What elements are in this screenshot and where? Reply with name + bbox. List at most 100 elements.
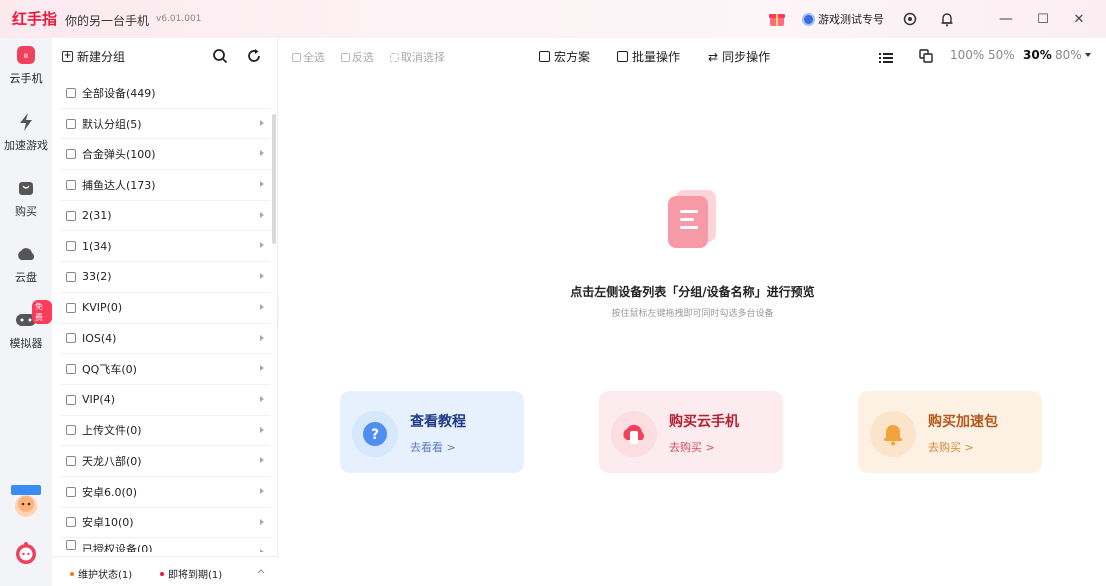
chevron-up-icon[interactable]	[257, 566, 265, 574]
group-row[interactable]: KVIP(0)	[60, 293, 270, 324]
chevron-right-icon[interactable]	[260, 487, 264, 494]
group-checkbox[interactable]	[66, 271, 76, 282]
zoom-30[interactable]: 30%	[1023, 48, 1052, 62]
chevron-right-icon[interactable]	[260, 181, 264, 188]
group-row[interactable]: 天龙八部(0)	[60, 446, 270, 477]
gift-icon[interactable]	[767, 9, 787, 29]
sync-button[interactable]: ⇄ 同步操作	[708, 48, 770, 65]
group-row[interactable]: IOS(4)	[60, 324, 270, 355]
buy-cloud-phone-title: 购买云手机	[669, 414, 739, 430]
list-view-icon[interactable]	[879, 49, 893, 63]
group-row[interactable]: VIP(4)	[60, 385, 270, 416]
nav-purchase[interactable]: 购买	[0, 177, 52, 219]
buy-boost-pack-title: 购买加速包	[928, 414, 998, 430]
group-checkbox[interactable]	[66, 241, 76, 252]
expiring-status[interactable]: 即将到期(1)	[160, 566, 222, 581]
game-test-account[interactable]: 游戏测试专号	[802, 11, 884, 27]
group-row[interactable]: 33(2)	[60, 262, 270, 293]
group-row[interactable]: 1(34)	[60, 231, 270, 263]
group-checkbox[interactable]	[66, 118, 76, 129]
group-checkbox[interactable]	[66, 486, 76, 497]
macro-icon	[539, 51, 550, 62]
group-row[interactable]: 安卓10(0)	[60, 508, 270, 539]
group-row[interactable]: 2(31)	[60, 201, 270, 232]
group-checkbox[interactable]	[66, 179, 76, 190]
group-row[interactable]: 已授权设备(0)	[60, 538, 270, 553]
nav-cloud-disk-label: 云盘	[15, 271, 37, 284]
select-all-checkbox[interactable]: 全选	[292, 49, 325, 65]
zoom-50[interactable]: 50%	[988, 48, 1015, 62]
buy-cloud-phone-link[interactable]: 去购买 >	[669, 439, 715, 455]
zoom-dropdown-icon[interactable]	[1085, 53, 1091, 57]
group-checkbox[interactable]	[66, 210, 76, 221]
group-checkbox[interactable]	[66, 149, 76, 160]
copy-layout-icon[interactable]	[919, 48, 933, 63]
customer-service-icon[interactable]	[14, 541, 38, 565]
chevron-right-icon[interactable]	[260, 549, 264, 553]
chevron-right-icon[interactable]	[260, 211, 264, 218]
refresh-icon[interactable]	[246, 48, 262, 64]
group-checkbox[interactable]	[66, 517, 76, 528]
notification-bell-icon[interactable]	[937, 9, 957, 29]
group-row[interactable]: QQ飞车(0)	[60, 354, 270, 385]
chevron-right-icon[interactable]	[260, 457, 264, 464]
group-checkbox[interactable]	[66, 456, 76, 467]
chevron-right-icon[interactable]	[260, 426, 264, 433]
deselect-icon	[390, 52, 399, 62]
group-label: 上传文件(0)	[82, 424, 142, 438]
cancel-select-button[interactable]: 取消选择	[390, 49, 445, 65]
tutorial-card-link[interactable]: 去看看 >	[410, 439, 456, 455]
group-checkbox[interactable]	[66, 87, 76, 98]
group-row[interactable]: 合金弹头(100)	[60, 139, 270, 171]
zoom-100[interactable]: 100%	[950, 48, 984, 62]
sync-icon: ⇄	[708, 49, 719, 64]
nav-cloud-disk[interactable]: 云盘	[0, 243, 52, 285]
group-row[interactable]: 上传文件(0)	[60, 416, 270, 447]
maintenance-status[interactable]: 维护状态(1)	[70, 566, 132, 581]
group-row[interactable]: 默认分组(5)	[60, 109, 270, 140]
group-checkbox[interactable]	[66, 394, 76, 405]
batch-button[interactable]: 批量操作	[617, 48, 680, 65]
macro-button[interactable]: 宏方案	[539, 48, 590, 65]
group-checkbox[interactable]	[66, 333, 76, 344]
batch-icon	[617, 51, 628, 62]
tutorial-card[interactable]: ? 查看教程 去看看 >	[340, 391, 524, 473]
close-button[interactable]: ✕	[1069, 9, 1089, 29]
group-row[interactable]: 全部设备(449)	[60, 78, 270, 109]
promo-mascot-icon[interactable]	[10, 484, 42, 520]
group-row[interactable]: 安卓6.0(0)	[60, 477, 270, 508]
search-icon[interactable]	[212, 48, 228, 64]
new-group-button[interactable]: + 新建分组	[62, 48, 125, 65]
zoom-80[interactable]: 80%	[1055, 48, 1082, 62]
group-checkbox[interactable]	[66, 302, 76, 313]
invert-select-checkbox[interactable]: 反选	[341, 49, 374, 65]
group-row[interactable]: 捕鱼达人(173)	[60, 170, 270, 201]
empty-state-title: 点击左侧设备列表「分组/设备名称」进行预览	[570, 285, 815, 299]
chevron-right-icon[interactable]	[260, 518, 264, 525]
chevron-right-icon[interactable]	[260, 242, 264, 249]
chevron-right-icon[interactable]	[260, 150, 264, 157]
app-subtitle: 你的另一台手机	[65, 14, 150, 28]
group-checkbox[interactable]	[66, 540, 76, 551]
minimize-button[interactable]: —	[996, 9, 1016, 29]
chevron-right-icon[interactable]	[260, 365, 264, 372]
chevron-right-icon[interactable]	[260, 303, 264, 310]
group-list-scrollbar[interactable]	[272, 114, 276, 244]
nav-accelerate-games[interactable]: 加速游戏	[0, 111, 52, 153]
chevron-right-icon[interactable]	[260, 273, 264, 280]
chevron-right-icon[interactable]	[260, 119, 264, 126]
chevron-right-icon[interactable]	[260, 334, 264, 341]
group-checkbox[interactable]	[66, 425, 76, 436]
group-label: 合金弹头(100)	[82, 148, 156, 162]
buy-cloud-phone-card[interactable]: 购买云手机 去购买 >	[599, 391, 783, 473]
maximize-button[interactable]: ☐	[1033, 9, 1053, 29]
group-checkbox[interactable]	[66, 364, 76, 375]
free-badge: 免费	[32, 300, 52, 324]
settings-icon[interactable]	[900, 9, 920, 29]
game-test-icon	[802, 12, 815, 26]
buy-boost-pack-card[interactable]: 购买加速包 去购买 >	[858, 391, 1042, 473]
nav-cloud-phone[interactable]: Ⅲ 云手机	[0, 44, 52, 86]
chevron-right-icon[interactable]	[260, 395, 264, 402]
buy-boost-pack-link[interactable]: 去购买 >	[928, 439, 974, 455]
checkbox-icon	[292, 52, 301, 62]
